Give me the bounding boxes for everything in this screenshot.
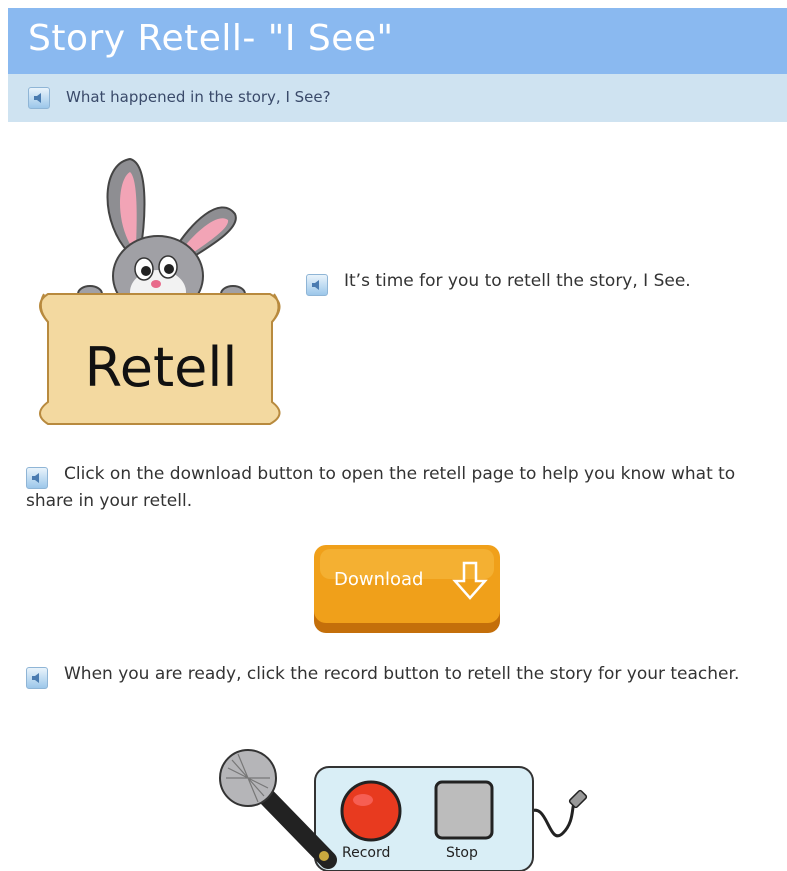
download-button[interactable]: Download <box>314 545 500 635</box>
download-instruction-text: Click on the download button to open the… <box>26 464 736 511</box>
page-title: Story Retell- "I See" <box>28 18 394 59</box>
retell-sign-text: Retell <box>85 336 238 399</box>
retell-bunny-image: Retell <box>39 157 281 425</box>
stop-label: Stop <box>446 845 478 861</box>
record-button[interactable] <box>340 780 402 842</box>
subheader-bar: What happened in the story, I See? <box>8 74 787 122</box>
speaker-icon[interactable] <box>28 87 50 109</box>
voice-recorder: Record Stop <box>218 738 590 871</box>
intro-text: It’s time for you to retell the story, I… <box>344 271 691 291</box>
record-instruction-text: When you are ready, click the record but… <box>64 664 740 684</box>
record-label: Record <box>342 845 391 861</box>
subheader-question: What happened in the story, I See? <box>66 88 331 106</box>
page-header: Story Retell- "I See" <box>8 8 787 74</box>
download-button-label: Download <box>334 569 424 590</box>
stop-button[interactable] <box>434 780 494 840</box>
